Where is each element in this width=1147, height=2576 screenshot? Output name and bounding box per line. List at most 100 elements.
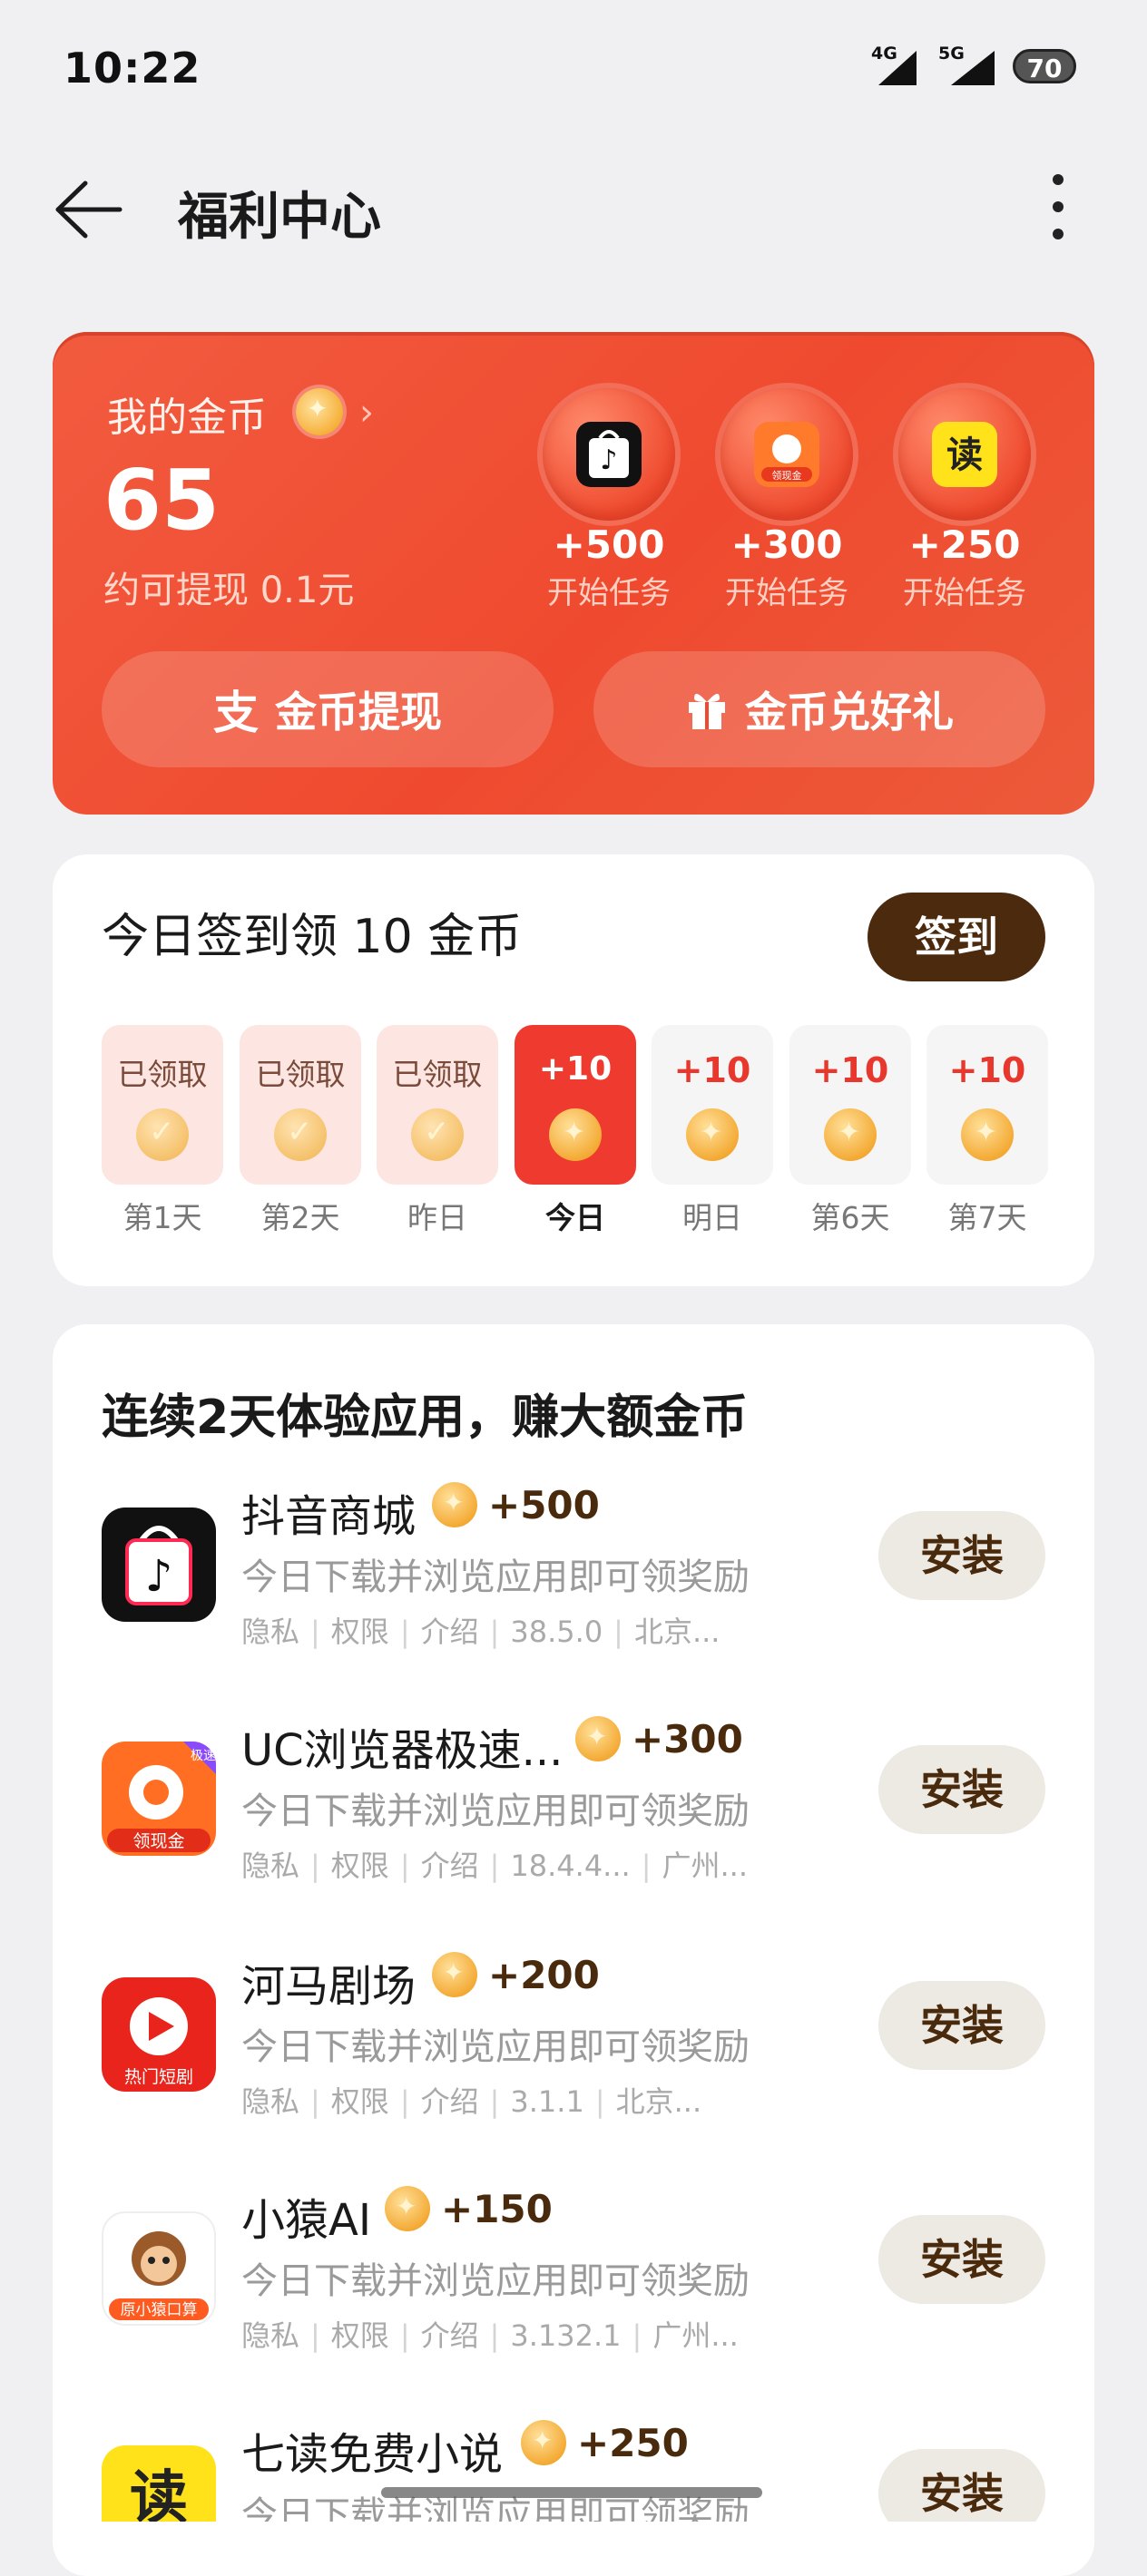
coin-icon bbox=[432, 1482, 477, 1527]
arrow-left-icon bbox=[55, 181, 123, 239]
back-button[interactable] bbox=[53, 178, 125, 241]
permissions-link[interactable]: 权限 bbox=[331, 1615, 389, 1649]
privacy-link[interactable]: 隐私 bbox=[241, 1849, 299, 1883]
day-status: 已领取 bbox=[117, 1057, 208, 1092]
app-description: 今日下载并浏览应用即可领奖励 bbox=[241, 1791, 750, 1832]
app-list-title: 连续2天体验应用，赚大额金币 bbox=[102, 1390, 749, 1445]
day-status: +10 bbox=[811, 1050, 889, 1090]
app-reward: +250 bbox=[521, 2420, 689, 2465]
app-reward: +150 bbox=[385, 2186, 553, 2231]
douyin-mall-icon: ♪ bbox=[576, 422, 642, 487]
app-name[interactable]: 七读免费小说 bbox=[241, 2418, 503, 2482]
day-label: 今日 bbox=[545, 1200, 605, 1235]
task-douyin-mall[interactable]: ♪ bbox=[543, 388, 675, 521]
checkin-day-tile[interactable]: 已领取 bbox=[240, 1025, 361, 1185]
day-label: 明日 bbox=[682, 1200, 742, 1235]
my-coins-label[interactable]: 我的金币 bbox=[107, 385, 267, 443]
checkin-day-tile[interactable]: 已领取 bbox=[377, 1025, 498, 1185]
reward-amount: +500 bbox=[488, 1482, 600, 1527]
reward-amount: +150 bbox=[441, 2186, 553, 2231]
uc-browser-app-icon[interactable]: 极速 领现金 bbox=[102, 1742, 216, 1856]
install-button[interactable]: 安装 bbox=[878, 1745, 1045, 1834]
permissions-link[interactable]: 权限 bbox=[331, 1849, 389, 1883]
app-vendor: 广州... bbox=[652, 2318, 739, 2353]
permissions-link[interactable]: 权限 bbox=[331, 2318, 389, 2353]
checkin-day-tile[interactable]: 已领取 bbox=[102, 1025, 223, 1185]
day-status: 已领取 bbox=[392, 1057, 483, 1092]
signal-4g-icon: 4G bbox=[871, 44, 918, 87]
reward-amount: +300 bbox=[632, 1716, 743, 1761]
day-label: 昨日 bbox=[407, 1200, 467, 1235]
app-reward: +300 bbox=[575, 1716, 743, 1761]
withdraw-label: 金币提现 bbox=[275, 688, 442, 737]
task-amount: +300 bbox=[730, 522, 843, 567]
intro-link[interactable]: 介绍 bbox=[421, 2318, 479, 2353]
redeem-gift-button[interactable]: 金币兑好礼 bbox=[593, 651, 1045, 767]
app-version: 38.5.0 bbox=[510, 1615, 603, 1649]
day-status: +10 bbox=[948, 1050, 1026, 1090]
intro-link[interactable]: 介绍 bbox=[421, 1849, 479, 1883]
checkin-title: 今日签到领 10 金币 bbox=[102, 910, 523, 964]
app-meta: 隐私 | 权限 | 介绍 | 3.1.1 | 北京... bbox=[241, 2084, 702, 2119]
checkin-day-tile[interactable]: +10 bbox=[926, 1025, 1048, 1185]
app-meta: 隐私 | 权限 | 介绍 | 38.5.0 | 北京... bbox=[241, 1615, 721, 1649]
svg-text:♪: ♪ bbox=[600, 444, 617, 476]
withdraw-estimate: 约可提现 0.1元 bbox=[103, 570, 355, 611]
day-status: 已领取 bbox=[255, 1057, 346, 1092]
start-task-label[interactable]: 开始任务 bbox=[883, 568, 1046, 612]
reward-amount: +250 bbox=[577, 2420, 689, 2465]
uc-icon-text: 领现金 bbox=[772, 469, 802, 482]
app-vendor: 广州... bbox=[662, 1849, 748, 1883]
checkin-day-tile[interactable]: +10 bbox=[789, 1025, 911, 1185]
day-label: 第6天 bbox=[810, 1200, 890, 1235]
hema-theater-app-icon[interactable]: 热门短剧 bbox=[102, 1977, 216, 2092]
task-uc-browser[interactable]: 领现金 bbox=[721, 388, 853, 521]
app-name[interactable]: 小猿AI bbox=[241, 2184, 371, 2248]
page-title: 福利中心 bbox=[178, 188, 381, 247]
checkin-day-tile[interactable]: +10 bbox=[652, 1025, 773, 1185]
app-name[interactable]: 抖音商城 bbox=[241, 1480, 416, 1544]
hema-icon-caption: 热门短剧 bbox=[124, 2067, 193, 2087]
app-vendor: 北京... bbox=[615, 2084, 702, 2119]
app-name[interactable]: 河马剧场 bbox=[241, 1950, 416, 2014]
withdraw-button[interactable]: 支 金币提现 bbox=[102, 651, 554, 767]
coin-icon bbox=[686, 1108, 739, 1161]
start-task-label[interactable]: 开始任务 bbox=[527, 568, 691, 612]
home-indicator[interactable] bbox=[381, 2487, 762, 2498]
intro-link[interactable]: 介绍 bbox=[421, 1615, 479, 1649]
app-vendor: 北京... bbox=[633, 1615, 721, 1649]
intro-link[interactable]: 介绍 bbox=[421, 2084, 479, 2119]
douyin-mall-app-icon[interactable]: ♪ bbox=[102, 1508, 216, 1622]
privacy-link[interactable]: 隐私 bbox=[241, 2084, 299, 2119]
checkin-button[interactable]: 签到 bbox=[868, 893, 1045, 981]
app-description: 今日下载并浏览应用即可领奖励 bbox=[241, 2260, 750, 2302]
install-button[interactable]: 安装 bbox=[878, 2449, 1045, 2522]
privacy-link[interactable]: 隐私 bbox=[241, 2318, 299, 2353]
task-amount: +250 bbox=[908, 522, 1021, 567]
checkmark-coin-icon bbox=[136, 1108, 189, 1161]
gift-icon bbox=[689, 693, 725, 729]
app-name[interactable]: UC浏览器极速... bbox=[241, 1714, 563, 1778]
coin-icon bbox=[385, 2186, 430, 2231]
app-version: 3.132.1 bbox=[510, 2318, 622, 2353]
install-button[interactable]: 安装 bbox=[878, 2215, 1045, 2304]
coin-balance: 65 bbox=[103, 452, 221, 549]
app-reward: +200 bbox=[432, 1952, 600, 1997]
uc-browser-icon: 领现金 bbox=[754, 422, 819, 487]
checkin-day-tile[interactable]: +10 bbox=[515, 1025, 636, 1185]
signal-5g-icon: 5G bbox=[938, 44, 995, 87]
permissions-link[interactable]: 权限 bbox=[331, 2084, 389, 2119]
start-task-label[interactable]: 开始任务 bbox=[705, 568, 868, 612]
xiaoyuan-ai-app-icon[interactable]: 原小猿口算 bbox=[102, 2211, 216, 2326]
gift-label: 金币兑好礼 bbox=[745, 688, 954, 737]
day-status: +10 bbox=[673, 1050, 751, 1090]
privacy-link[interactable]: 隐私 bbox=[241, 1615, 299, 1649]
more-menu-button[interactable] bbox=[1042, 171, 1074, 243]
chevron-right-icon[interactable]: › bbox=[359, 392, 374, 434]
coin-icon bbox=[824, 1108, 877, 1161]
install-button[interactable]: 安装 bbox=[878, 1981, 1045, 2070]
task-qidu-novel[interactable]: 读 bbox=[898, 388, 1031, 521]
install-button[interactable]: 安装 bbox=[878, 1511, 1045, 1600]
more-dot-icon bbox=[1053, 174, 1064, 185]
install-button-clip: 安装 bbox=[878, 2449, 1045, 2522]
